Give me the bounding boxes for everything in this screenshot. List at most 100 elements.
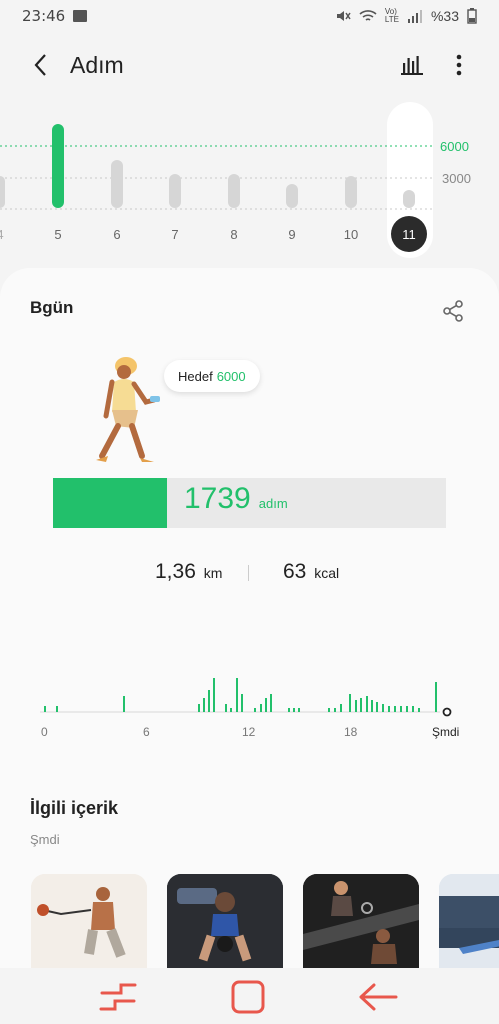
- related-content-card[interactable]: [303, 874, 419, 968]
- workout-sofa-image: [439, 874, 499, 968]
- hourly-tick-18: 18: [344, 725, 358, 739]
- battery-icon: [467, 8, 477, 24]
- walking-person-illustration: [96, 357, 160, 462]
- gallery-notification-icon: [73, 10, 88, 22]
- hourly-bar: [203, 698, 205, 712]
- goal-bubble: Hedef 6000: [164, 360, 260, 392]
- week-day-label-7[interactable]: 7: [171, 227, 178, 242]
- hourly-bar: [225, 704, 227, 712]
- calorie-unit: kcal: [314, 565, 340, 581]
- home-button[interactable]: [227, 978, 269, 1016]
- more-vertical-icon: [456, 54, 462, 76]
- system-nav-bar: [0, 968, 499, 1024]
- hourly-tick-now: Şmdi: [432, 725, 459, 739]
- hourly-bar: [366, 696, 368, 712]
- recent-apps-button[interactable]: [97, 978, 139, 1016]
- hourly-tick-12: 12: [242, 725, 256, 739]
- hourly-bar: [265, 698, 267, 712]
- signal-icon: [407, 10, 422, 23]
- week-day-label-8[interactable]: 8: [230, 227, 237, 242]
- week-bar-5[interactable]: [52, 124, 64, 208]
- week-day-label-9[interactable]: 9: [288, 227, 295, 242]
- week-bar-6[interactable]: [111, 160, 123, 208]
- distance-unit: km: [203, 565, 223, 581]
- hourly-bar: [349, 694, 351, 712]
- hourly-bar: [328, 708, 330, 712]
- hourly-bar: [44, 706, 46, 712]
- bar-chart-icon: [401, 56, 423, 75]
- week-day-label-11[interactable]: 11: [402, 227, 416, 242]
- mid-line-label: 3000: [442, 171, 471, 186]
- back-button[interactable]: [20, 45, 60, 85]
- hourly-bar: [270, 694, 272, 712]
- app-bar: Adım: [0, 40, 499, 90]
- step-value: 1739: [184, 482, 251, 515]
- status-icons: Vo) LTE %33: [335, 8, 477, 24]
- hourly-bar: [230, 708, 232, 712]
- workout-gym-image: [303, 874, 419, 968]
- week-day-label-10[interactable]: 10: [344, 227, 358, 242]
- goal-line-label: 6000: [440, 139, 469, 154]
- more-options-button[interactable]: [444, 48, 474, 82]
- hourly-bar: [400, 706, 402, 712]
- week-bar-8[interactable]: [228, 174, 240, 208]
- hourly-bar: [412, 706, 414, 712]
- hourly-bar: [213, 678, 215, 712]
- goal-label: Hedef: [178, 368, 213, 384]
- step-progress-fill: [53, 478, 167, 528]
- battery-text: %33: [430, 8, 459, 24]
- hourly-bar: [241, 694, 243, 712]
- workout-kettlebell-image: [167, 874, 283, 968]
- related-content-title: İlgili içerik: [30, 798, 119, 818]
- week-bar-11[interactable]: [403, 190, 415, 208]
- hourly-bar: [198, 704, 200, 712]
- status-time: 23:46: [22, 7, 66, 25]
- hourly-bar: [360, 698, 362, 712]
- share-icon: [443, 300, 463, 322]
- calorie-stat: 63 kcal: [283, 560, 339, 584]
- hourly-tick-6: 6: [143, 725, 150, 739]
- hourly-bar: [382, 704, 384, 712]
- hourly-bar: [254, 708, 256, 712]
- back-arrow-icon: [359, 983, 398, 1011]
- weekly-steps-chart[interactable]: 6000 3000 4 5 6 7 8 9 10 11: [0, 98, 499, 258]
- hourly-bar: [340, 704, 342, 712]
- hourly-bar: [123, 696, 125, 712]
- related-content-card[interactable]: [31, 874, 147, 968]
- back-nav-button[interactable]: [357, 978, 399, 1016]
- week-bar-4[interactable]: [0, 176, 5, 208]
- hourly-bar: [208, 690, 210, 712]
- hourly-steps-chart[interactable]: 0 6 12 18 Şmdi: [0, 666, 499, 746]
- hourly-tick-0: 0: [41, 725, 48, 739]
- hourly-bar: [293, 708, 295, 712]
- step-unit: adım: [258, 496, 288, 511]
- week-bar-9[interactable]: [286, 184, 298, 208]
- now-marker: [442, 707, 452, 717]
- related-content-card[interactable]: [167, 874, 283, 968]
- related-content-carousel[interactable]: [31, 874, 499, 968]
- week-day-label-6[interactable]: 6: [113, 227, 120, 242]
- mute-icon: [336, 11, 351, 21]
- hourly-bar: [435, 682, 437, 712]
- activity-stats: 1,36 km 63 kcal: [0, 560, 499, 590]
- stat-divider: [248, 565, 249, 581]
- hourly-bar: [394, 706, 396, 712]
- week-day-label-5[interactable]: 5: [54, 227, 61, 242]
- trends-button[interactable]: [395, 48, 429, 82]
- hourly-bar: [260, 704, 262, 712]
- distance-stat: 1,36 km: [155, 560, 222, 584]
- hourly-bar: [388, 706, 390, 712]
- today-title: Bgün: [30, 298, 74, 317]
- page-title: Adım: [70, 51, 124, 78]
- hourly-bar: [334, 708, 336, 712]
- hourly-bar: [371, 700, 373, 712]
- hourly-bar: [406, 706, 408, 712]
- today-card: Bgün Hedef 6000 1739 adım 1,36 km 63 kca…: [0, 268, 499, 968]
- goal-value: 6000: [216, 368, 246, 384]
- week-day-label-4[interactable]: 4: [0, 227, 4, 242]
- week-bar-7[interactable]: [169, 174, 181, 208]
- share-button[interactable]: [440, 298, 466, 324]
- week-bar-10[interactable]: [345, 176, 357, 208]
- hourly-bar: [355, 700, 357, 712]
- related-content-card[interactable]: [439, 874, 499, 968]
